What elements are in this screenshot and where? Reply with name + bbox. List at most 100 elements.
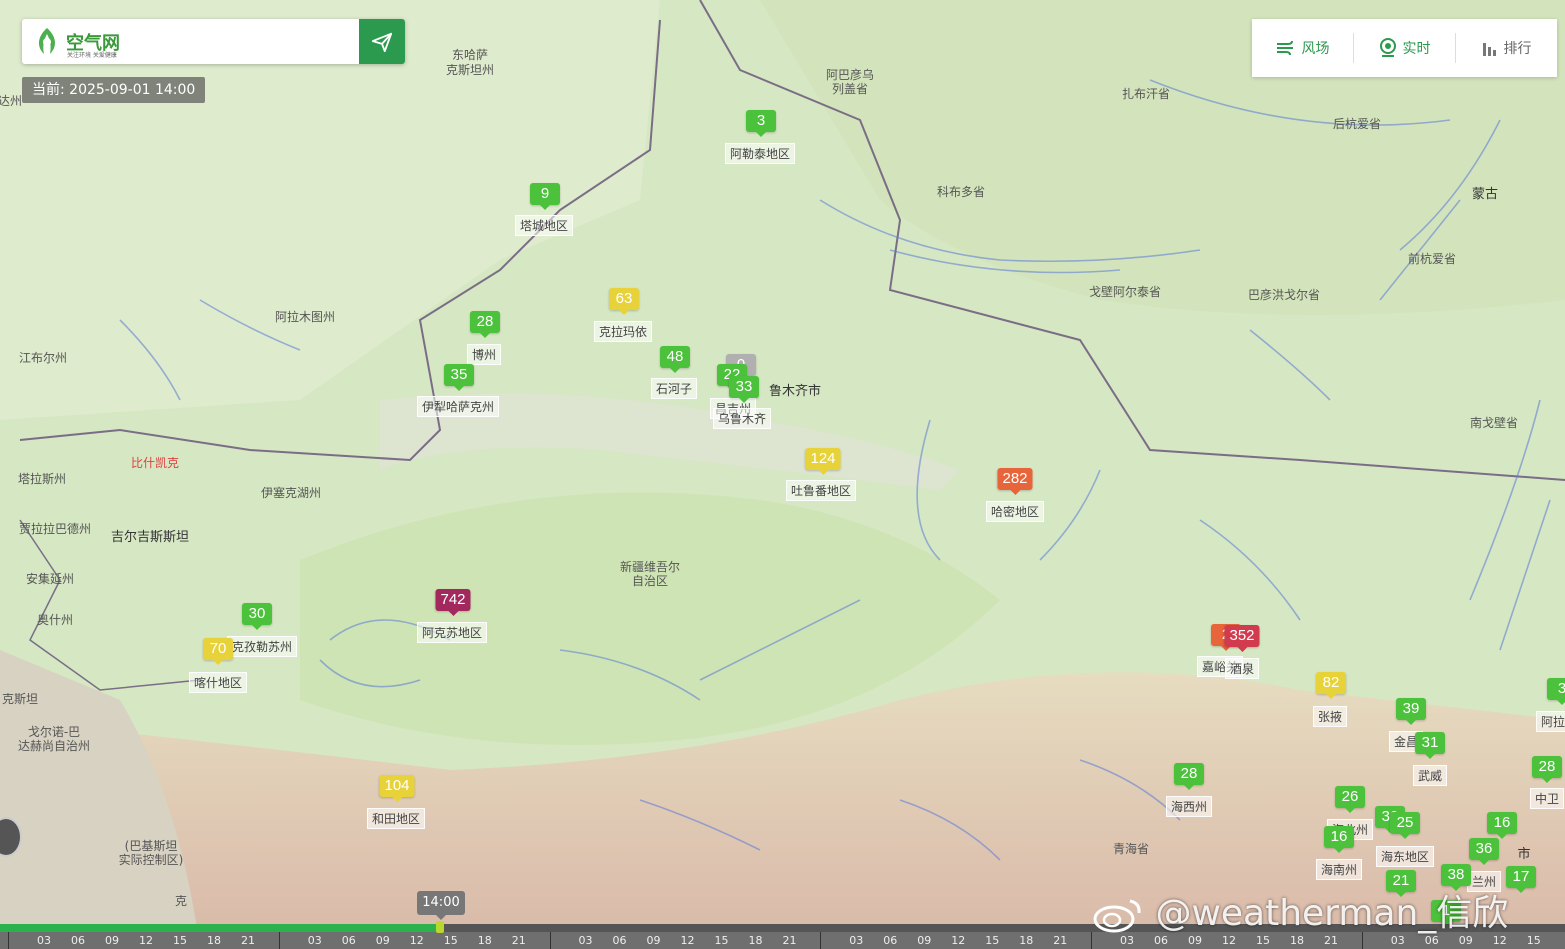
search-input[interactable] — [152, 28, 356, 56]
current-time: 当前: 2025-09-01 14:00 — [22, 77, 206, 103]
timeline-tick[interactable]: 12 — [410, 934, 424, 947]
timeline-tick[interactable]: 12 — [951, 934, 965, 947]
timeline-tick[interactable]: 09 — [647, 934, 661, 947]
aqi-marker[interactable]: 352 — [1224, 625, 1260, 652]
timeline-tick[interactable]: 09 — [917, 934, 931, 947]
timeline-tick[interactable]: 03 — [579, 934, 593, 947]
aqi-marker[interactable]: 33 — [729, 376, 759, 403]
aqi-marker[interactable]: 16 — [1487, 812, 1517, 839]
timeline-tick[interactable]: 15 — [444, 934, 458, 947]
timeline-day-separator — [820, 932, 822, 949]
timeline-handle[interactable] — [436, 921, 444, 933]
timeline-tick[interactable]: 21 — [1053, 934, 1067, 947]
timeline-tick[interactable]: 15 — [173, 934, 187, 947]
wind-icon — [1276, 40, 1293, 56]
place-label: 克斯坦州 — [445, 63, 495, 77]
search-button[interactable] — [359, 19, 405, 64]
aqi-marker[interactable]: 28 — [1174, 763, 1204, 790]
place-label: 阿拉木图州 — [274, 310, 336, 324]
aqi-marker[interactable]: 28 — [1532, 756, 1562, 783]
aqi-marker[interactable]: 26 — [1335, 786, 1365, 813]
tool-wind[interactable]: 风场 — [1252, 33, 1353, 63]
aqi-marker[interactable]: 3 — [1547, 678, 1565, 705]
place-label: 吉尔吉斯斯坦 — [110, 530, 190, 545]
tool-ranking[interactable]: 排行 — [1455, 33, 1557, 63]
city-label: 吐鲁番地区 — [785, 480, 857, 501]
aqi-marker[interactable]: 28 — [470, 311, 500, 338]
tool-realtime[interactable]: 实时 — [1353, 33, 1455, 63]
city-label: 海东地区 — [1375, 846, 1435, 867]
aqi-marker[interactable]: 31 — [1415, 732, 1445, 759]
place-label: 克 — [174, 894, 188, 908]
place-label: 奥什州 — [36, 613, 74, 627]
city-label: 克孜勒苏州 — [226, 636, 298, 657]
timeline-tick[interactable]: 18 — [478, 934, 492, 947]
city-label: 乌鲁木齐 — [712, 408, 772, 429]
timeline-tick[interactable]: 18 — [207, 934, 221, 947]
aqi-marker[interactable]: 17 — [1506, 866, 1536, 893]
aqi-marker[interactable]: 25 — [1390, 812, 1420, 839]
aqi-marker[interactable]: 48 — [660, 346, 690, 373]
city-label: 张掖 — [1312, 706, 1348, 727]
aqi-marker[interactable]: 36 — [1469, 838, 1499, 865]
timeline-tick[interactable]: 03 — [37, 934, 51, 947]
timeline-tick[interactable]: 06 — [71, 934, 85, 947]
aqi-marker[interactable]: 9 — [530, 183, 560, 210]
watermark: @weatherman_信欣 — [1092, 884, 1508, 936]
aqi-marker[interactable]: 39 — [1396, 698, 1426, 725]
aqi-marker[interactable]: 16 — [1324, 826, 1354, 853]
aqi-marker[interactable]: 104 — [379, 775, 415, 802]
aqi-marker[interactable]: 124 — [805, 448, 841, 475]
timeline-tick[interactable]: 15 — [715, 934, 729, 947]
place-label: 江布尔州 — [18, 351, 68, 365]
timeline-tick[interactable]: 03 — [308, 934, 322, 947]
timeline-tick[interactable]: 03 — [849, 934, 863, 947]
timeline-tick[interactable]: 12 — [139, 934, 153, 947]
place-label: 后杭爱省 — [1332, 117, 1382, 131]
location-icon — [1379, 38, 1396, 57]
timeline-tick[interactable]: 06 — [883, 934, 897, 947]
timeline-tick[interactable]: 06 — [613, 934, 627, 947]
place-label: 贾拉拉巴德州 — [18, 522, 92, 536]
map[interactable]: 东哈萨 克斯坦州 阿巴彦乌 列盖省 扎布汗省 后杭爱省 科布多省 蒙古 前杭爱省… — [0, 0, 1565, 949]
aqi-marker[interactable]: 282 — [997, 468, 1033, 495]
city-label: 哈密地区 — [985, 501, 1045, 522]
place-label: 达州 — [0, 94, 23, 108]
place-label: 鲁木齐市 — [768, 384, 822, 399]
place-label: 达赫尚自治州 — [17, 739, 91, 753]
timeline-tick[interactable]: 06 — [342, 934, 356, 947]
timeline-tick[interactable]: 15 — [985, 934, 999, 947]
city-label: 阿克苏地区 — [416, 622, 488, 643]
aqi-marker[interactable]: 30 — [242, 603, 272, 630]
layer-toolbar: 风场 实时 排行 — [1252, 19, 1557, 77]
place-label: 南戈壁省 — [1469, 416, 1519, 430]
leaf-logo-icon — [38, 28, 56, 54]
aqi-marker[interactable]: 70 — [203, 638, 233, 665]
aqi-marker[interactable]: 3 — [746, 110, 776, 137]
timeline-tick[interactable]: 12 — [681, 934, 695, 947]
timeline-tick[interactable]: 09 — [376, 934, 390, 947]
aqi-marker[interactable]: 742 — [435, 589, 471, 616]
place-label: 科布多省 — [936, 185, 986, 199]
weibo-icon — [1093, 899, 1141, 933]
timeline-tick[interactable]: 15 — [1527, 934, 1541, 947]
aqi-marker[interactable]: 82 — [1316, 672, 1346, 699]
timeline-tick[interactable]: 18 — [1019, 934, 1033, 947]
logo[interactable]: 空气网 关注环境 关爱健康 — [32, 26, 142, 59]
aqi-marker[interactable]: 35 — [444, 364, 474, 391]
place-label: 安集延州 — [25, 572, 75, 586]
timeline-tick[interactable]: 09 — [105, 934, 119, 947]
timeline-tick[interactable]: 21 — [783, 934, 797, 947]
place-label: 青海省 — [1112, 842, 1150, 856]
aqi-marker[interactable]: 63 — [609, 288, 639, 315]
place-label: 蒙古 — [1471, 187, 1499, 202]
bar-chart-icon — [1482, 43, 1496, 56]
timeline-current-time: 14:00 — [417, 891, 465, 920]
timeline-progress — [0, 924, 439, 932]
timeline-tick[interactable]: 18 — [749, 934, 763, 947]
timeline-tick[interactable]: 21 — [241, 934, 255, 947]
place-label: 比什凯克 — [130, 456, 180, 470]
aqi-marker[interactable]: 38 — [1441, 864, 1471, 891]
timeline-day-separator — [8, 932, 9, 949]
timeline-tick[interactable]: 21 — [512, 934, 526, 947]
